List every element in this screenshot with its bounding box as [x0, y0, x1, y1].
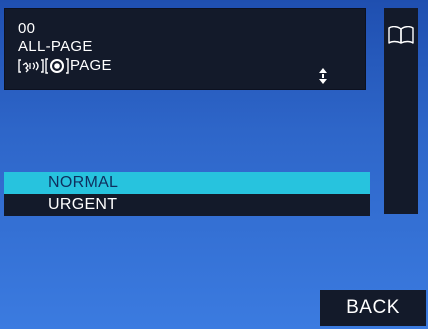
- paging-screen: 00 ALL-PAGE PAGE NORMAL URGENT BACK: [0, 0, 428, 329]
- ring-target-icon: [45, 57, 69, 74]
- page-mode: PAGE: [18, 57, 112, 74]
- book-icon[interactable]: [388, 26, 414, 44]
- up-down-arrows-icon[interactable]: [318, 68, 328, 84]
- page-id: 00: [18, 20, 36, 37]
- priority-item-urgent[interactable]: URGENT: [4, 194, 370, 216]
- speaker-page-icon: [18, 58, 44, 74]
- page-group-name: ALL-PAGE: [18, 38, 93, 55]
- page-info-panel: 00 ALL-PAGE PAGE: [4, 8, 366, 90]
- page-mode-label: PAGE: [70, 57, 112, 74]
- back-button[interactable]: BACK: [320, 290, 426, 326]
- priority-list: NORMAL URGENT: [4, 172, 370, 216]
- priority-item-normal[interactable]: NORMAL: [4, 172, 370, 194]
- right-sidebar: [384, 8, 418, 214]
